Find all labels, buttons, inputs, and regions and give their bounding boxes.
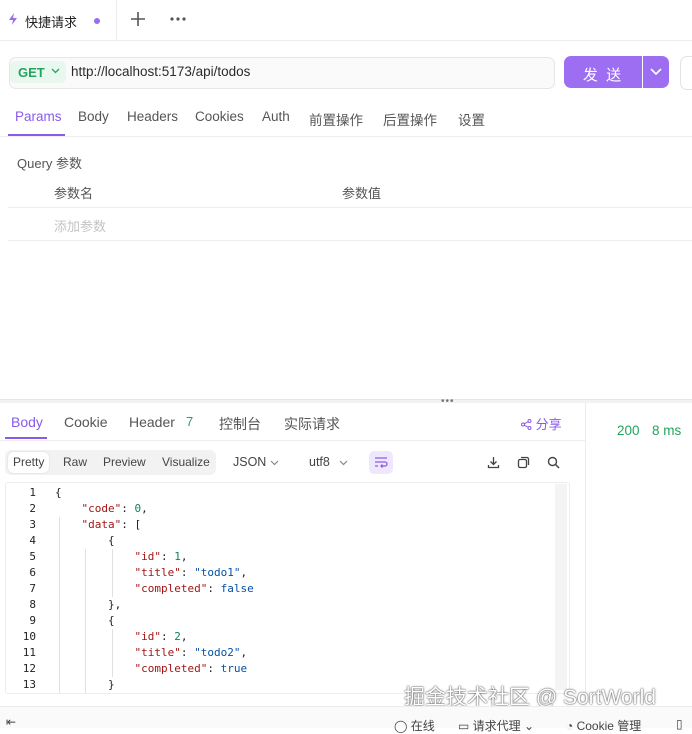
chevron-down-icon bbox=[270, 460, 279, 466]
line-number: 10 bbox=[22, 630, 36, 643]
send-label: 发 送 bbox=[582, 67, 624, 84]
cookie-manager[interactable]: ◔ Cookie 管理 bbox=[566, 717, 641, 734]
tab-title: 快捷请求 bbox=[25, 15, 78, 30]
tab-settings[interactable]: 设置 bbox=[458, 109, 485, 129]
chevron-down-icon bbox=[51, 68, 60, 74]
code-line: "completed": false bbox=[134, 582, 254, 595]
url-input[interactable]: http://localhost:5173/api/todos bbox=[71, 64, 250, 79]
code-line: { bbox=[55, 614, 115, 627]
download-icon[interactable] bbox=[487, 456, 500, 469]
code-line: "id": 2, bbox=[134, 630, 188, 643]
response-time: 8 ms bbox=[652, 423, 682, 438]
code-line: "completed": true bbox=[134, 662, 248, 675]
view-raw[interactable]: Raw bbox=[63, 455, 87, 469]
vertical-scrollbar[interactable] bbox=[555, 484, 567, 690]
request-tabs: Params Body Headers Cookies Auth 前置操作 后置… bbox=[0, 96, 692, 137]
wrap-icon bbox=[375, 457, 388, 468]
divider bbox=[8, 207, 692, 208]
add-param-input[interactable]: 添加参数 bbox=[54, 216, 106, 235]
share-label: 分享 bbox=[535, 417, 562, 432]
side-button[interactable] bbox=[680, 56, 692, 90]
line-number: 3 bbox=[29, 518, 36, 531]
copy-icon[interactable] bbox=[517, 456, 530, 469]
divider bbox=[585, 402, 586, 727]
header-count-badge: 7 bbox=[186, 414, 194, 429]
tab-headers[interactable]: Headers bbox=[127, 109, 178, 124]
wrap-toggle[interactable] bbox=[369, 451, 393, 474]
line-number: 13 bbox=[22, 678, 36, 691]
active-tab-indicator bbox=[5, 437, 47, 439]
view-preview[interactable]: Preview bbox=[103, 455, 146, 469]
line-number: 1 bbox=[29, 486, 36, 499]
proxy-menu[interactable]: ▭ 请求代理 ⌄ bbox=[458, 717, 534, 734]
code-line: "data": [ bbox=[81, 518, 142, 531]
resp-tab-header[interactable]: Header bbox=[129, 414, 175, 430]
resp-tab-body[interactable]: Body bbox=[11, 414, 43, 430]
code-line: "id": 1, bbox=[134, 550, 188, 563]
param-name-header: 参数名 bbox=[54, 186, 94, 201]
line-number: 2 bbox=[29, 502, 36, 515]
view-switcher: Pretty Raw Preview Visualize bbox=[5, 450, 216, 475]
chevron-down-icon bbox=[339, 460, 348, 466]
tab-body[interactable]: Body bbox=[78, 109, 109, 124]
tab-quick-request[interactable]: 快捷请求 bbox=[0, 0, 117, 40]
tab-params[interactable]: Params bbox=[15, 109, 62, 124]
line-number: 11 bbox=[22, 646, 36, 659]
view-visualize[interactable]: Visualize bbox=[162, 455, 210, 469]
online-status[interactable]: ◯ 在线 bbox=[394, 717, 435, 734]
more-icon[interactable] bbox=[168, 9, 188, 29]
chevron-down-icon bbox=[650, 68, 662, 76]
send-button[interactable]: 发 送 bbox=[564, 56, 642, 88]
line-number: 5 bbox=[29, 550, 36, 563]
tab-post-ops[interactable]: 后置操作 bbox=[383, 109, 437, 129]
code-line: { bbox=[55, 534, 115, 547]
tab-cookies[interactable]: Cookies bbox=[195, 109, 244, 124]
flash-icon bbox=[9, 13, 17, 25]
line-number: 9 bbox=[29, 614, 36, 627]
plus-icon[interactable] bbox=[128, 9, 148, 29]
method-select[interactable]: GET bbox=[10, 61, 66, 83]
code-line: "code": 0, bbox=[81, 502, 148, 515]
status-bar: ⇤ ◯ 在线 ▭ 请求代理 ⌄ ◔ Cookie 管理 ▯ bbox=[0, 706, 692, 733]
method-label: GET bbox=[18, 65, 45, 80]
line-number: 8 bbox=[29, 598, 36, 611]
unsaved-dot bbox=[94, 18, 100, 24]
format-select[interactable]: JSON bbox=[233, 455, 266, 469]
json-content: { "code": 0, "data": [ { "id": 1, "title… bbox=[55, 485, 254, 693]
line-number: 4 bbox=[29, 534, 36, 547]
line-number: 6 bbox=[29, 566, 36, 579]
share-button[interactable]: 分享 bbox=[521, 414, 562, 433]
search-icon[interactable] bbox=[547, 456, 560, 469]
code-line: } bbox=[55, 678, 115, 691]
response-body-editor[interactable]: 1 2 3 4 5 6 7 8 9 10 11 12 13 { "code": … bbox=[5, 482, 570, 694]
resp-tab-console[interactable]: 控制台 bbox=[219, 414, 261, 434]
tab-pre-ops[interactable]: 前置操作 bbox=[309, 109, 363, 129]
line-numbers: 1 2 3 4 5 6 7 8 9 10 11 12 13 bbox=[6, 485, 36, 693]
status-code: 200 bbox=[617, 423, 640, 438]
response-tabs: Body Cookie Header 7 控制台 实际请求 bbox=[0, 402, 585, 441]
resp-tab-cookie[interactable]: Cookie bbox=[64, 414, 108, 430]
param-value-header: 参数值 bbox=[342, 186, 382, 201]
layout-icon[interactable]: ▯ bbox=[676, 717, 683, 731]
send-dropdown[interactable] bbox=[643, 56, 669, 88]
code-line: "title": "todo2", bbox=[134, 646, 248, 659]
view-pretty[interactable]: Pretty bbox=[8, 452, 50, 473]
encoding-select[interactable]: utf8 bbox=[309, 455, 330, 469]
tab-auth[interactable]: Auth bbox=[262, 109, 290, 124]
line-number: 12 bbox=[22, 662, 36, 675]
code-line: { bbox=[55, 486, 62, 499]
resp-tab-actual-request[interactable]: 实际请求 bbox=[284, 414, 340, 434]
divider bbox=[8, 240, 692, 241]
line-number: 7 bbox=[29, 582, 36, 595]
code-line: "title": "todo1", bbox=[134, 566, 248, 579]
query-params-title: Query 参数 bbox=[17, 156, 83, 171]
active-tab-indicator bbox=[8, 134, 65, 136]
share-icon bbox=[521, 419, 532, 430]
code-line: }, bbox=[55, 598, 122, 611]
